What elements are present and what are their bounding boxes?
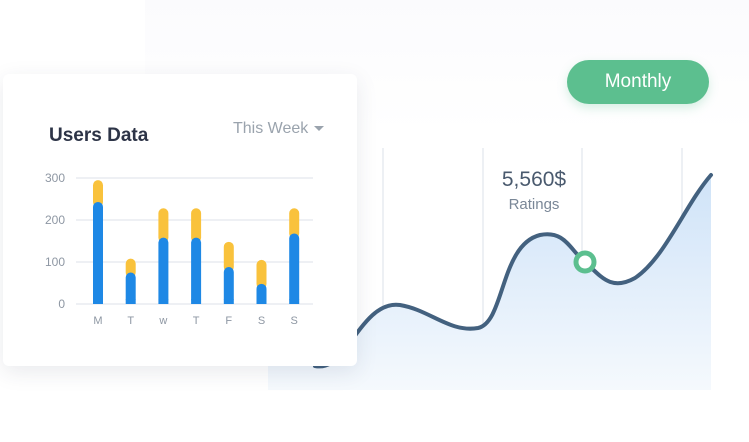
- x-tick-label: T: [193, 315, 200, 327]
- x-tick-label: T: [127, 315, 134, 327]
- bar-segment-primary: [223, 267, 234, 304]
- bar-base: [223, 299, 234, 304]
- bar-segment-primary: [93, 201, 103, 304]
- x-tick-label: M: [93, 315, 102, 327]
- x-tick-label: S: [291, 315, 298, 327]
- x-tick-label: w: [158, 315, 167, 327]
- bar-base: [125, 299, 136, 304]
- rating-label: Ratings: [508, 196, 560, 213]
- bar-segment-primary: [289, 233, 300, 304]
- rating-value: 5,560$: [501, 168, 567, 191]
- x-tick-label: F: [225, 315, 232, 327]
- ratings-marker[interactable]: [573, 250, 597, 274]
- y-tick-label: 0: [58, 297, 65, 311]
- monthly-button[interactable]: Monthly: [567, 60, 709, 104]
- bar-base: [93, 299, 103, 304]
- y-tick-label: 200: [45, 213, 65, 227]
- bar-segment-primary: [158, 237, 169, 304]
- bar-segment-secondary: [158, 208, 169, 243]
- bar-segment-primary: [191, 237, 202, 304]
- y-tick-label: 100: [45, 255, 65, 269]
- bar-base: [289, 299, 300, 304]
- y-tick-label: 300: [45, 171, 65, 185]
- users-bar-chart: 0 100 200 300 M Tw T F S S: [45, 171, 313, 327]
- x-tick-label: S: [258, 315, 265, 327]
- bar-base: [191, 299, 202, 304]
- bar-segment-secondary: [191, 208, 202, 243]
- bar-base: [256, 299, 267, 304]
- users-data-card: Users Data This Week 0 100 200 300 M Tw T F S S: [3, 74, 357, 366]
- bar-base: [158, 299, 169, 304]
